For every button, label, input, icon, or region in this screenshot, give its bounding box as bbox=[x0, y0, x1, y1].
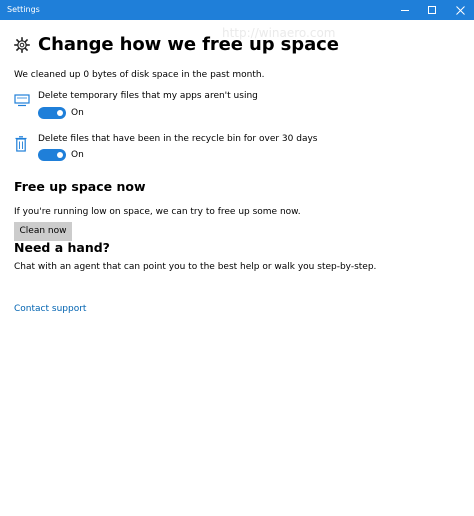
recycle-bin-toggle-state: On bbox=[71, 150, 84, 160]
free-up-description: If you're running low on space, we can t… bbox=[14, 207, 301, 217]
gear-icon bbox=[14, 37, 30, 53]
close-button[interactable] bbox=[449, 0, 471, 20]
cleaned-summary: We cleaned up 0 bytes of disk space in t… bbox=[14, 70, 265, 80]
help-heading: Need a hand? bbox=[14, 240, 110, 255]
title-bar: Settings bbox=[0, 0, 474, 20]
maximize-icon bbox=[428, 6, 436, 14]
monitor-icon bbox=[14, 94, 30, 107]
minimize-button[interactable] bbox=[394, 0, 416, 20]
contact-support-link[interactable]: Contact support bbox=[14, 303, 86, 315]
temp-files-toggle[interactable] bbox=[38, 107, 66, 119]
recycle-bin-label: Delete files that have been in the recyc… bbox=[38, 134, 318, 144]
free-up-heading: Free up space now bbox=[14, 179, 146, 194]
minimize-icon bbox=[401, 9, 409, 11]
help-description: Chat with an agent that can point you to… bbox=[14, 262, 377, 272]
temp-files-label: Delete temporary files that my apps aren… bbox=[38, 91, 258, 101]
trash-icon bbox=[15, 136, 27, 152]
page-title: Change how we free up space bbox=[38, 34, 339, 55]
clean-now-button[interactable]: Clean now bbox=[14, 222, 72, 241]
page-header: Change how we free up space bbox=[14, 30, 339, 60]
window-title: Settings bbox=[7, 5, 40, 14]
close-icon bbox=[455, 5, 465, 15]
maximize-button[interactable] bbox=[421, 0, 443, 20]
recycle-bin-toggle[interactable] bbox=[38, 149, 66, 161]
temp-files-toggle-state: On bbox=[71, 108, 84, 118]
